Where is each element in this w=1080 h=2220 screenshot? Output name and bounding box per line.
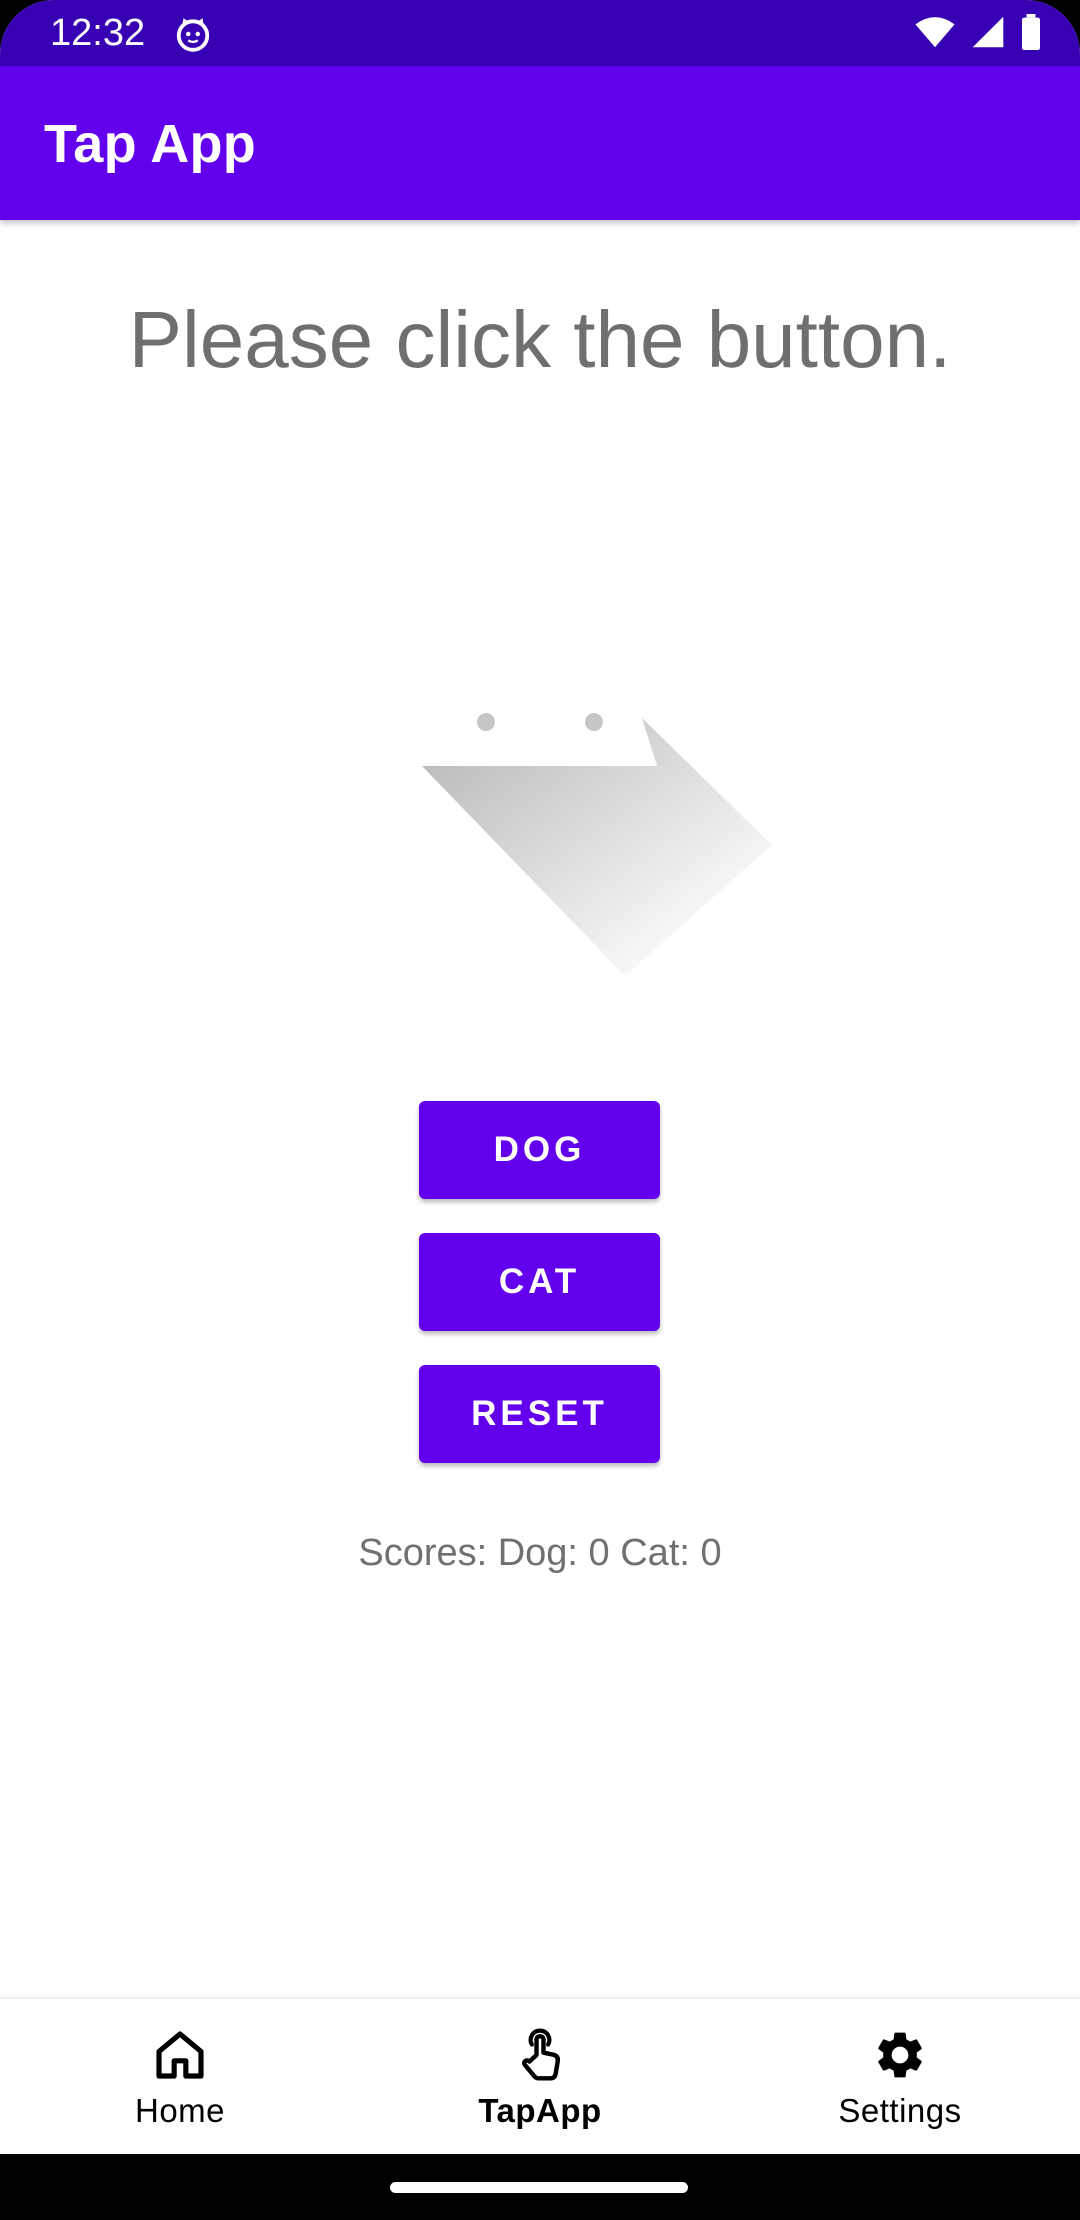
touch-icon — [521, 2028, 561, 2081]
status-icons — [914, 12, 1042, 52]
reset-button[interactable]: RESET — [419, 1365, 660, 1463]
dog-button[interactable]: DOG — [419, 1101, 660, 1199]
gear-icon — [878, 2032, 922, 2078]
status-bar: 12:32 — [0, 0, 1080, 66]
nav-item-settings[interactable]: Settings — [720, 1999, 1080, 2155]
cat-notification-icon — [176, 18, 210, 52]
signal-icon — [972, 16, 1004, 48]
wifi-icon — [915, 17, 955, 48]
cat-button[interactable]: CAT — [419, 1233, 660, 1331]
system-navigation-bar — [0, 2154, 1080, 2220]
scores-text: Scores: Dog: 0 Cat: 0 — [358, 1532, 722, 1574]
loading-animation — [422, 713, 772, 976]
loading-dot — [477, 713, 495, 731]
nav-label-settings: Settings — [838, 2092, 962, 2129]
nav-label-tapapp: TapApp — [478, 2092, 602, 2129]
app-title: Tap App — [44, 114, 257, 174]
nav-item-tapapp[interactable]: TapApp — [360, 1999, 720, 2155]
home-gesture-handle[interactable] — [390, 2182, 688, 2193]
battery-icon — [1022, 14, 1040, 50]
bottom-navigation: Home TapApp Settings — [0, 1998, 1080, 2155]
loading-dot — [585, 713, 603, 731]
app-bar: Tap App — [0, 66, 1080, 220]
screen: 12:32 Tap App Please click the button. D… — [0, 0, 1080, 2220]
status-time: 12:32 — [50, 12, 146, 54]
nav-label-home: Home — [134, 2092, 226, 2129]
nav-item-home[interactable]: Home — [0, 1999, 360, 2155]
shadow-shape — [422, 718, 772, 976]
home-icon — [156, 2031, 204, 2079]
prompt-text: Please click the button. — [128, 295, 952, 384]
